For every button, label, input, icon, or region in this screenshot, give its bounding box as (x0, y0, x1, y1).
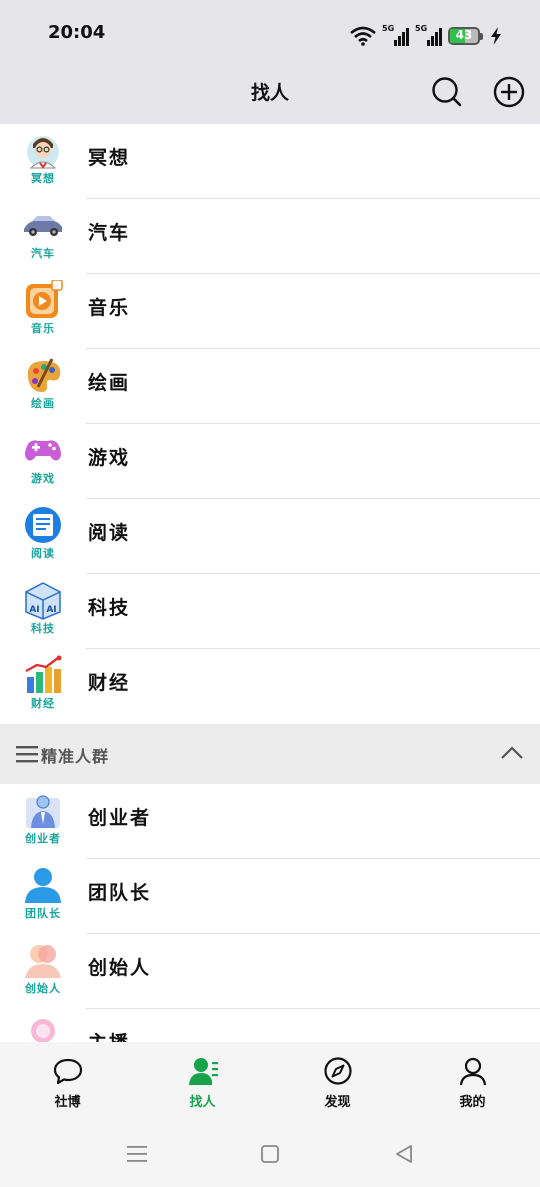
category-icon-label: 冥想 (31, 172, 55, 185)
category-label: 汽车 (88, 222, 131, 244)
group-label: 创始人 (88, 957, 152, 979)
tab-social[interactable]: 社博 (0, 1042, 135, 1120)
bottom-tab-bar: 社博 找人 发现 我的 (0, 1042, 540, 1120)
menu-lines-icon (16, 746, 38, 763)
sim2-label: 5G (415, 24, 428, 33)
gamepad-icon (25, 440, 61, 461)
bar-chart-icon (25, 655, 62, 693)
category-label: 游戏 (88, 447, 131, 469)
sim1-label: 5G (382, 24, 395, 33)
category-label: 音乐 (88, 297, 131, 319)
search-icon[interactable] (429, 74, 465, 110)
category-icon-label: 音乐 (31, 322, 55, 335)
tab-find-people[interactable]: 找人 (135, 1042, 270, 1120)
signal-icon: 5G (382, 24, 409, 46)
paint-palette-icon (27, 358, 61, 393)
wifi-icon (350, 26, 376, 46)
category-item-reading[interactable]: 阅读 阅读 (0, 499, 540, 574)
status-icons: 5G 5G 43 (350, 24, 502, 48)
svg-text:AI: AI (29, 605, 39, 615)
category-item-painting[interactable]: 绘画 绘画 (0, 349, 540, 424)
group-icon-label: 创始人 (25, 982, 61, 995)
category-item-music[interactable]: 音乐 音乐 (0, 274, 540, 349)
tab-label: 我的 (459, 1095, 486, 1110)
category-icon-label: 科技 (31, 622, 55, 635)
group-label: 创业者 (88, 807, 152, 829)
battery-level: 43 (455, 28, 473, 42)
section-title: 精准人群 (41, 747, 110, 766)
team-leader-icon (25, 868, 61, 903)
home-icon[interactable] (258, 1142, 282, 1166)
music-player-icon (26, 280, 63, 318)
group-item-founder[interactable]: 创始人 创始人 (0, 934, 540, 1009)
group-item-team-leader[interactable]: 团队长 团队长 (0, 859, 540, 934)
category-icon-label: 阅读 (31, 547, 55, 560)
meditation-avatar-icon (27, 136, 59, 169)
tab-label: 发现 (324, 1095, 351, 1110)
battery-icon: 43 (448, 27, 483, 45)
people-list[interactable]: 冥想 冥想 汽车 汽车 音乐 音乐 绘画 绘画 游戏 游戏 阅读 阅读 AI A… (0, 124, 540, 1042)
status-time: 20:04 (48, 22, 106, 43)
category-item-meditation[interactable]: 冥想 冥想 (0, 124, 540, 199)
category-label: 阅读 (88, 522, 131, 544)
tab-discover[interactable]: 发现 (270, 1042, 405, 1120)
compass-icon (323, 1057, 352, 1085)
group-item-streamer[interactable]: 主播 主播 (0, 1009, 540, 1042)
category-item-tech[interactable]: AI AI 科技 科技 (0, 574, 540, 649)
category-label: 绘画 (88, 372, 131, 394)
charging-icon (491, 27, 501, 45)
recent-apps-icon[interactable] (125, 1142, 149, 1166)
chevron-up-icon[interactable] (500, 744, 524, 760)
category-icon-label: 汽车 (31, 247, 55, 260)
group-icon-label: 创业者 (25, 832, 61, 845)
group-icon-label: 团队长 (25, 907, 61, 920)
find-people-icon (188, 1058, 218, 1085)
category-item-game[interactable]: 游戏 游戏 (0, 424, 540, 499)
svg-text:AI: AI (46, 605, 56, 615)
category-label: 财经 (88, 672, 131, 694)
category-icon-label: 绘画 (31, 397, 55, 410)
group-label: 团队长 (88, 882, 152, 904)
tab-me[interactable]: 我的 (405, 1042, 540, 1120)
signal-icon-2: 5G (415, 24, 442, 46)
system-nav-bar (0, 1120, 540, 1187)
header: 找人 (0, 62, 540, 124)
section-header-target-groups[interactable]: 精准人群 (0, 724, 540, 784)
entrepreneur-icon (26, 795, 60, 828)
plus-circle-icon[interactable] (491, 74, 527, 110)
category-item-finance[interactable]: 财经 财经 (0, 649, 540, 724)
group-label: 主播 (88, 1028, 130, 1042)
car-icon (24, 216, 62, 236)
back-icon[interactable] (392, 1142, 416, 1166)
tab-label: 社博 (54, 1095, 81, 1110)
group-item-entrepreneur[interactable]: 创业者 创业者 (0, 784, 540, 859)
category-item-car[interactable]: 汽车 汽车 (0, 199, 540, 274)
category-label: 冥想 (88, 147, 131, 169)
chat-bubble-icon (53, 1058, 82, 1085)
book-icon (25, 507, 61, 543)
tab-label: 找人 (189, 1095, 216, 1110)
category-icon-label: 游戏 (31, 472, 55, 485)
person-icon (459, 1057, 486, 1086)
category-label: 科技 (88, 597, 131, 619)
status-bar: 20:04 5G 5G 43 (0, 0, 540, 62)
founder-icon (25, 945, 61, 978)
streamer-icon (31, 1019, 55, 1042)
category-icon-label: 财经 (31, 697, 55, 710)
ai-chip-icon: AI AI (25, 582, 61, 620)
